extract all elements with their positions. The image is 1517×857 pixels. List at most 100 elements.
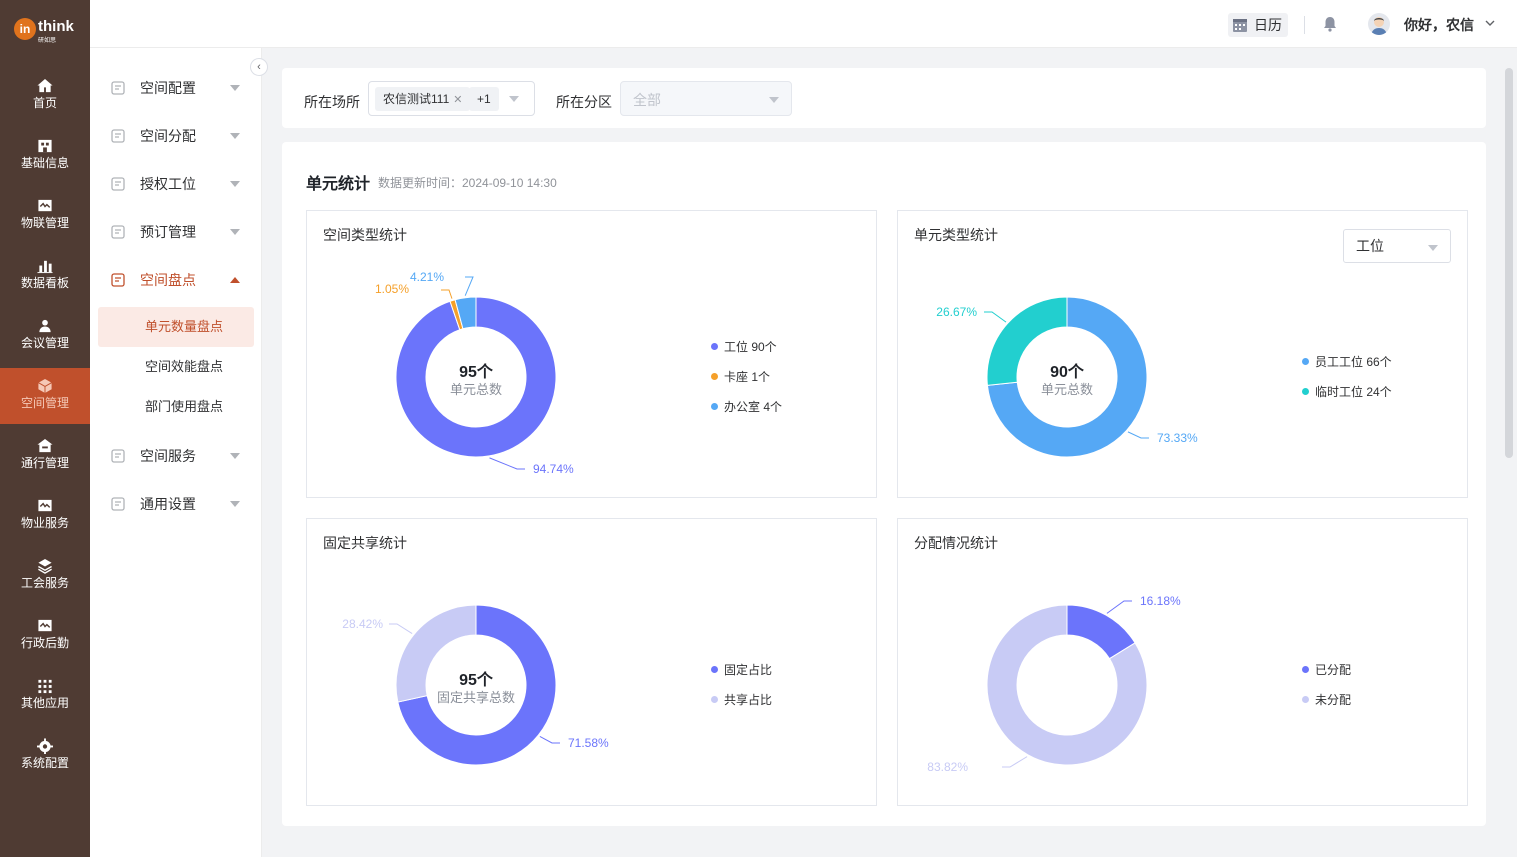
rail-item-2[interactable]: 物联管理 (0, 188, 90, 244)
brand-logo[interactable]: in think 研如思 (14, 16, 78, 44)
unit-stats-card: 单元统计 数据更新时间：2024-09-10 14:30 空间类型统计 94.7… (282, 142, 1486, 826)
donut-total: 90个 (1050, 364, 1084, 381)
user-greeting[interactable]: 你好，农信 (1404, 15, 1474, 35)
legend-dot (1302, 357, 1309, 365)
building-icon (38, 139, 52, 153)
calendar-label: 日历 (1254, 17, 1282, 33)
tag-close-icon[interactable]: ✕ (453, 94, 462, 106)
rail-item-8[interactable]: 工会服务 (0, 548, 90, 604)
legend-dot (711, 402, 718, 410)
percent-label: 28.42% (342, 617, 383, 631)
rail-item-9[interactable]: 行政后勤 (0, 608, 90, 664)
submenu-item-0[interactable]: 单元数量盘点 (98, 307, 254, 347)
legend-label: 已分配 (1315, 662, 1352, 677)
legend-item[interactable]: 办公室 4个 (711, 391, 782, 421)
legend-label: 固定占比 (724, 662, 773, 677)
rail-item-11[interactable]: 系统配置 (0, 728, 90, 784)
legend-dot (1302, 387, 1309, 395)
label-leader-line (441, 289, 453, 299)
access-icon (37, 438, 53, 453)
allocation-panel: 分配情况统计 16.18% 83.82% 已分配 未分配 (897, 518, 1468, 806)
menu-item-3[interactable]: 预订管理 (98, 212, 254, 252)
home-icon (37, 78, 53, 93)
brand-subtitle: 研如思 (38, 38, 57, 44)
chevron-down-icon[interactable] (1484, 17, 1496, 29)
menu-item-1[interactable]: 空间分配 (98, 116, 254, 156)
rail-item-7[interactable]: 物业服务 (0, 488, 90, 544)
legend-item[interactable]: 工位 90个 (711, 331, 782, 361)
brand-name: think (38, 18, 74, 35)
bell-icon[interactable] (1322, 16, 1338, 32)
legend: 固定占比 共享占比 (711, 654, 772, 714)
legend-item[interactable]: 员工工位 66个 (1302, 346, 1392, 376)
collapse-sidebar-button[interactable]: ‹ (250, 58, 268, 76)
badge-icon (110, 176, 126, 192)
donut-caption: 固定共享总数 (436, 690, 515, 705)
rail-item-5[interactable]: 空间管理 (0, 368, 90, 424)
chevron-icon (230, 133, 240, 139)
space-type-panel: 空间类型统计 94.74% 1.05% 4.21% 95个 单元总数 工位 90个 … (306, 210, 877, 498)
calendar-button[interactable]: 日历 (1228, 13, 1288, 37)
legend-label: 工位 90个 (724, 339, 777, 354)
rail-item-3[interactable]: 数据看板 (0, 248, 90, 304)
section-title: 单元统计 (306, 176, 371, 193)
rail-item-label: 物联管理 (20, 216, 69, 230)
donut-center: 95个 固定共享总数 (416, 672, 536, 706)
rail-item-label: 行政后勤 (20, 636, 69, 650)
rail-item-0[interactable]: 首页 (0, 68, 90, 124)
legend-item[interactable]: 固定占比 (711, 654, 772, 684)
donut-total: 95个 (459, 672, 493, 689)
percent-label: 1.05% (375, 282, 409, 296)
rail-item-label: 会议管理 (20, 336, 69, 350)
legend-label: 未分配 (1315, 692, 1352, 707)
legend-item[interactable]: 共享占比 (711, 684, 772, 714)
zone-select[interactable]: 全部 (620, 81, 792, 116)
rail-item-6[interactable]: 通行管理 (0, 428, 90, 484)
percent-label: 73.33% (1157, 431, 1198, 445)
rail-item-label: 其他应用 (20, 696, 69, 710)
legend-item[interactable]: 已分配 (1302, 654, 1351, 684)
cube-icon (38, 378, 52, 394)
place-select[interactable]: 农信测试111 ✕ +1 (368, 81, 535, 116)
label-leader-line (539, 735, 560, 744)
label-leader-line (389, 623, 413, 634)
sub-sidebar: 空间配置空间分配授权工位预订管理空间盘点空间服务通用设置 单元数量盘点 空间效能盘点… (90, 48, 262, 857)
user-avatar[interactable] (1368, 13, 1390, 35)
chevron-icon (230, 229, 240, 235)
property-icon (38, 499, 52, 512)
menu-item-label: 空间配置 (140, 80, 196, 96)
label-leader-line (984, 311, 1007, 323)
legend-dot (711, 342, 718, 350)
menu-item-5[interactable]: 空间服务 (98, 436, 254, 476)
legend: 已分配 未分配 (1302, 654, 1351, 714)
rail-item-1[interactable]: 基础信息 (0, 128, 90, 184)
menu-item-label: 空间分配 (140, 128, 196, 144)
legend-label: 卡座 1个 (724, 369, 771, 384)
legend-item[interactable]: 临时工位 24个 (1302, 376, 1392, 406)
menu-item-2[interactable]: 授权工位 (98, 164, 254, 204)
place-filter-label: 所在场所 (304, 94, 360, 110)
legend: 工位 90个 卡座 1个 办公室 4个 (711, 331, 782, 421)
legend-label: 办公室 4个 (724, 399, 783, 414)
legend-dot (711, 695, 718, 703)
top-bar: 日历 你好，农信 (90, 0, 1517, 48)
rail-item-10[interactable]: 其他应用 (0, 668, 90, 724)
select-caret-icon (509, 96, 519, 102)
donut-total: 95个 (459, 364, 493, 381)
menu-item-label: 空间盘点 (140, 272, 196, 288)
page-scrollbar[interactable] (1505, 68, 1513, 458)
rail-item-4[interactable]: 会议管理 (0, 308, 90, 364)
menu-item-label: 空间服务 (140, 448, 196, 464)
legend-item[interactable]: 卡座 1个 (711, 361, 782, 391)
legend-item[interactable]: 未分配 (1302, 684, 1351, 714)
legend-dot (1302, 665, 1309, 673)
menu-item-4[interactable]: 空间盘点 (98, 260, 254, 300)
menu-item-0[interactable]: 空间配置 (98, 68, 254, 108)
menu-item-6[interactable]: 通用设置 (98, 484, 254, 524)
submenu-item-1[interactable]: 空间效能盘点 (98, 347, 254, 387)
chevron-icon (230, 453, 240, 459)
legend-dot (711, 372, 718, 380)
place-tag-label: 农信测试111 (383, 92, 450, 106)
percent-label: 26.67% (936, 305, 977, 319)
submenu-item-2[interactable]: 部门使用盘点 (98, 387, 254, 427)
